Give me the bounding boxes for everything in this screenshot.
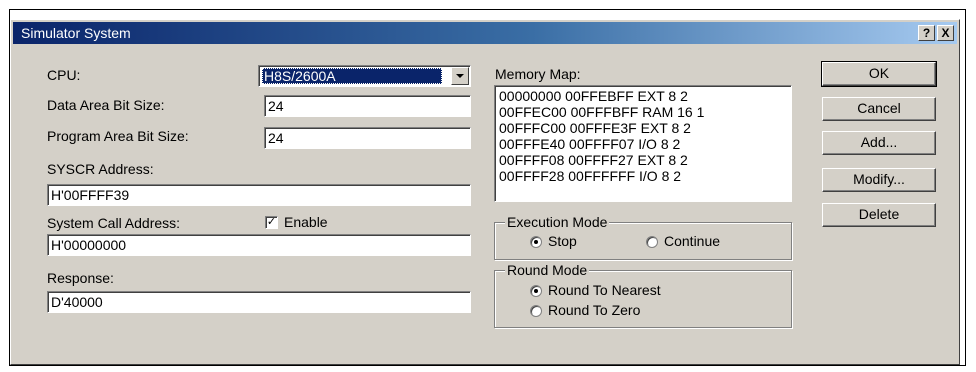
syscr-address-field[interactable]: H'00FFFF39	[47, 184, 471, 206]
response-field[interactable]: D'40000	[47, 291, 471, 313]
memory-map-label: Memory Map:	[495, 66, 581, 82]
list-item[interactable]: 00FFFF08 00FFFF27 EXT 8 2	[499, 152, 787, 168]
list-item[interactable]: 00FFFC00 00FFFE3F EXT 8 2	[499, 120, 787, 136]
enable-label: Enable	[284, 214, 328, 230]
window-title: Simulator System	[21, 25, 131, 41]
list-item[interactable]: 00000000 00FFEBFF EXT 8 2	[499, 88, 787, 104]
ok-button[interactable]: OK	[821, 61, 937, 87]
enable-checkbox[interactable]: ✓	[265, 216, 278, 229]
syscr-label: SYSCR Address:	[47, 161, 154, 177]
continue-label: Continue	[664, 233, 721, 249]
close-button[interactable]: X	[937, 25, 954, 41]
cpu-label: CPU:	[47, 67, 81, 83]
cpu-select[interactable]: H8S/2600A	[258, 65, 471, 87]
modify-button[interactable]: Modify...	[822, 168, 936, 192]
system-call-label: System Call Address:	[47, 215, 181, 231]
title-bar: Simulator System ? X	[13, 22, 957, 44]
data-area-label: Data Area Bit Size:	[47, 97, 165, 113]
cpu-select-value: H8S/2600A	[262, 68, 442, 84]
list-item[interactable]: 00FFEC00 00FFFBFF RAM 16 1	[499, 104, 787, 120]
cancel-button[interactable]: Cancel	[822, 97, 936, 121]
list-item[interactable]: 00FFFE40 00FFFF07 I/O 8 2	[499, 136, 787, 152]
stop-radio[interactable]	[530, 236, 542, 248]
response-label: Response:	[47, 270, 114, 286]
chevron-down-icon[interactable]	[451, 67, 469, 85]
program-area-field[interactable]: 24	[264, 127, 471, 149]
round-mode-label: Round Mode	[505, 262, 590, 278]
stop-label: Stop	[548, 233, 577, 249]
delete-button[interactable]: Delete	[822, 203, 936, 227]
round-to-zero-label: Round To Zero	[548, 302, 641, 318]
execution-mode-label: Execution Mode	[505, 214, 610, 230]
continue-radio[interactable]	[646, 236, 658, 248]
list-item[interactable]: 00FFFF28 00FFFFFF I/O 8 2	[499, 168, 787, 184]
data-area-field[interactable]: 24	[264, 95, 471, 117]
memory-map-list[interactable]: 00000000 00FFEBFF EXT 8 2 00FFEC00 00FFF…	[494, 85, 792, 202]
round-to-nearest-label: Round To Nearest	[548, 282, 661, 298]
add-button[interactable]: Add...	[822, 131, 936, 155]
round-to-nearest-radio[interactable]	[530, 285, 542, 297]
help-button[interactable]: ?	[918, 25, 935, 41]
program-area-label: Program Area Bit Size:	[47, 128, 189, 144]
round-mode-group: Round Mode	[494, 262, 792, 328]
round-to-zero-radio[interactable]	[530, 305, 542, 317]
system-call-address-field[interactable]: H'00000000	[47, 234, 471, 256]
